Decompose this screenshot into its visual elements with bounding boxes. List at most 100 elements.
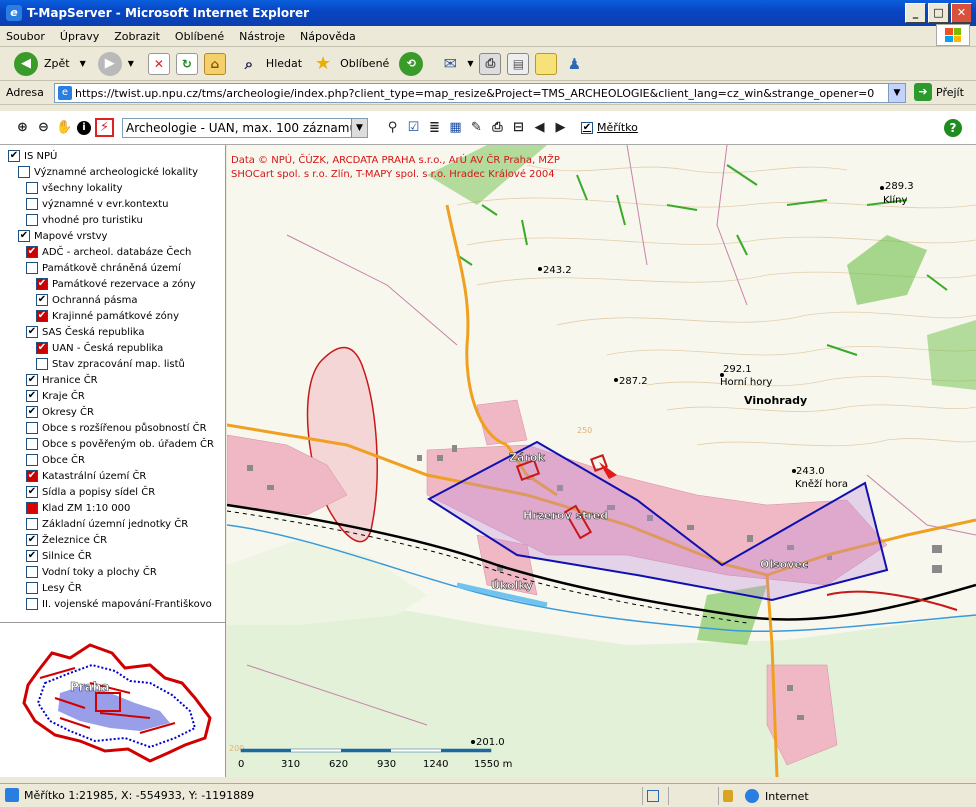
layer-item[interactable]: Obce s rozšířenou působností ČR bbox=[26, 420, 207, 436]
layer-checkbox[interactable]: ✔ bbox=[26, 406, 38, 418]
layer-item[interactable]: ✔ Sídla a popisy sídel ČR bbox=[26, 484, 155, 500]
next-view-icon[interactable]: ▶ bbox=[552, 119, 569, 136]
help-icon[interactable]: ? bbox=[944, 119, 962, 137]
layer-item[interactable]: ✔ ADČ - archeol. databáze Čech bbox=[26, 244, 191, 260]
pan-hand-icon[interactable]: ✋ bbox=[56, 119, 73, 136]
layer-checkbox[interactable]: ✔ bbox=[26, 486, 38, 498]
previous-view-icon[interactable]: ◀ bbox=[531, 119, 548, 136]
print-map-icon[interactable]: ⎙ bbox=[489, 119, 506, 136]
layer-checkbox[interactable]: ✔ bbox=[18, 230, 30, 242]
export-icon[interactable]: ⊟ bbox=[510, 119, 527, 136]
layers-stack-icon[interactable]: ≣ bbox=[426, 119, 443, 136]
layer-item[interactable]: Základní územní jednotky ČR bbox=[26, 516, 188, 532]
refresh-icon[interactable]: ↻ bbox=[175, 52, 198, 75]
layer-item[interactable]: Památkově chráněná území bbox=[26, 260, 181, 276]
layer-checkbox[interactable]: ✔ bbox=[26, 326, 38, 338]
discuss-icon[interactable] bbox=[535, 52, 558, 75]
layer-checkbox[interactable] bbox=[26, 214, 38, 226]
layer-checkbox[interactable] bbox=[26, 198, 38, 210]
layer-checkbox[interactable]: ✔ bbox=[8, 150, 20, 162]
address-input[interactable]: e https://twist.up.npu.cz/tms/archeologi… bbox=[54, 83, 906, 103]
layer-checkbox[interactable]: ✔ bbox=[26, 534, 38, 546]
close-button[interactable]: ✕ bbox=[951, 3, 972, 23]
layer-checkbox[interactable] bbox=[26, 598, 38, 610]
print-icon[interactable]: ⎙ bbox=[479, 52, 502, 75]
layer-item[interactable]: Klad ZM 1:10 000 bbox=[26, 500, 130, 516]
layer-item[interactable]: ✔ Hranice ČR bbox=[26, 372, 98, 388]
layer-item[interactable]: ✔ Kraje ČR bbox=[26, 388, 85, 404]
layer-item[interactable]: Vodní toky a plochy ČR bbox=[26, 564, 157, 580]
search-button[interactable]: Hledat bbox=[266, 57, 302, 70]
layer-checkbox[interactable] bbox=[26, 262, 38, 274]
layer-item[interactable]: ✔ IS NPÚ bbox=[8, 148, 57, 164]
scale-checkbox[interactable]: ✔ bbox=[581, 121, 593, 134]
layer-item[interactable]: ✔ SAS Česká republika bbox=[26, 324, 145, 340]
scale-toggle[interactable]: ✔ Měřítko bbox=[581, 121, 638, 134]
layer-checkbox[interactable] bbox=[26, 182, 38, 194]
layer-item[interactable]: Obce s pověřeným ob. úřadem ČR bbox=[26, 436, 214, 452]
layer-item[interactable]: ✔ Katastrální území ČR bbox=[26, 468, 146, 484]
map-canvas[interactable]: Data © NPÚ, ČÚZK, ARCDATA PRAHA s.r.o., … bbox=[227, 145, 976, 777]
menu-soubor[interactable]: Soubor bbox=[6, 30, 45, 43]
mail-icon[interactable]: ✉ bbox=[439, 53, 461, 75]
menu-zobrazit[interactable]: Zobrazit bbox=[114, 30, 160, 43]
layer-checkbox[interactable]: ✔ bbox=[36, 294, 48, 306]
layer-checkbox[interactable] bbox=[26, 582, 38, 594]
edit-icon[interactable]: ▤ bbox=[507, 52, 530, 75]
mail-dropdown-icon[interactable]: ▼ bbox=[467, 59, 473, 68]
layer-checkbox[interactable] bbox=[26, 438, 38, 450]
layer-checkbox[interactable] bbox=[26, 454, 38, 466]
search-icon[interactable]: ⌕ bbox=[238, 53, 260, 75]
layer-checkbox[interactable]: ✔ bbox=[26, 470, 38, 482]
zoom-in-icon[interactable]: ⊕ bbox=[14, 119, 31, 136]
layer-item[interactable]: významné v evr.kontextu bbox=[26, 196, 168, 212]
layer-checkbox[interactable]: ✔ bbox=[36, 342, 48, 354]
layer-checkbox[interactable] bbox=[26, 422, 38, 434]
layer-item[interactable]: ✔ UAN - Česká republika bbox=[36, 340, 163, 356]
layer-checkbox[interactable]: ✔ bbox=[36, 278, 48, 290]
maximize-button[interactable]: □ bbox=[928, 3, 949, 23]
layer-checkbox[interactable] bbox=[26, 566, 38, 578]
layer-item[interactable]: Stav zpracování map. listů bbox=[36, 356, 185, 372]
messenger-icon[interactable]: ♟ bbox=[563, 53, 585, 75]
minimize-button[interactable]: _ bbox=[905, 3, 926, 23]
layer-checkbox[interactable]: ✔ bbox=[36, 310, 48, 322]
layer-item[interactable]: ✔ Okresy ČR bbox=[26, 404, 94, 420]
layer-item[interactable]: ✔ Silnice ČR bbox=[26, 548, 92, 564]
menu-napoveda[interactable]: Nápověda bbox=[300, 30, 356, 43]
layer-item[interactable]: Lesy ČR bbox=[26, 580, 82, 596]
layer-item[interactable]: ✔ Mapové vrstvy bbox=[18, 228, 107, 244]
favorites-star-icon[interactable]: ★ bbox=[312, 53, 334, 75]
identify-tool-icon[interactable]: ⚡ bbox=[95, 118, 114, 137]
zoom-out-icon[interactable]: ⊖ bbox=[35, 119, 52, 136]
favorites-button[interactable]: Oblíbené bbox=[340, 57, 389, 70]
layer-item[interactable]: II. vojenské mapování-Františkovo bbox=[26, 596, 212, 612]
layer-item[interactable]: Obce ČR bbox=[26, 452, 85, 468]
layer-item[interactable]: Významné archeologické lokality bbox=[18, 164, 198, 180]
legend-icon[interactable]: ▦ bbox=[447, 119, 464, 136]
layer-checkbox[interactable]: ✔ bbox=[26, 390, 38, 402]
layer-checkbox[interactable] bbox=[26, 502, 38, 514]
layer-item[interactable]: vhodné pro turistiku bbox=[26, 212, 143, 228]
binoculars-icon[interactable]: ⚲ bbox=[384, 119, 401, 136]
history-icon[interactable]: ⟲ bbox=[399, 51, 424, 76]
layer-checkbox[interactable]: ✔ bbox=[26, 246, 38, 258]
layer-item[interactable]: ✔ Železnice ČR bbox=[26, 532, 107, 548]
layer-item[interactable]: ✔ Ochranná pásma bbox=[36, 292, 137, 308]
edit-check-icon[interactable]: ☑ bbox=[405, 119, 422, 136]
layer-item[interactable]: ✔ Památkové rezervace a zóny bbox=[36, 276, 196, 292]
layer-query-select[interactable]: Archeologie - UAN, max. 100 záznamů ▼ bbox=[122, 117, 368, 138]
info-icon[interactable]: i bbox=[77, 120, 91, 135]
stop-icon[interactable]: ✕ bbox=[147, 52, 170, 75]
layer-checkbox[interactable]: ✔ bbox=[26, 374, 38, 386]
forward-dropdown-icon[interactable]: ▼ bbox=[128, 59, 134, 68]
select-dropdown-icon[interactable]: ▼ bbox=[351, 118, 367, 137]
layer-checkbox[interactable] bbox=[36, 358, 48, 370]
menu-nastroje[interactable]: Nástroje bbox=[239, 30, 285, 43]
layer-checkbox[interactable] bbox=[26, 518, 38, 530]
home-icon[interactable]: ⌂ bbox=[203, 52, 226, 75]
layer-checkbox[interactable] bbox=[18, 166, 30, 178]
back-arrow-icon[interactable]: ◀ bbox=[14, 51, 38, 76]
measure-icon[interactable]: ✎ bbox=[468, 119, 485, 136]
go-button[interactable]: ➜ Přejít bbox=[914, 83, 964, 101]
